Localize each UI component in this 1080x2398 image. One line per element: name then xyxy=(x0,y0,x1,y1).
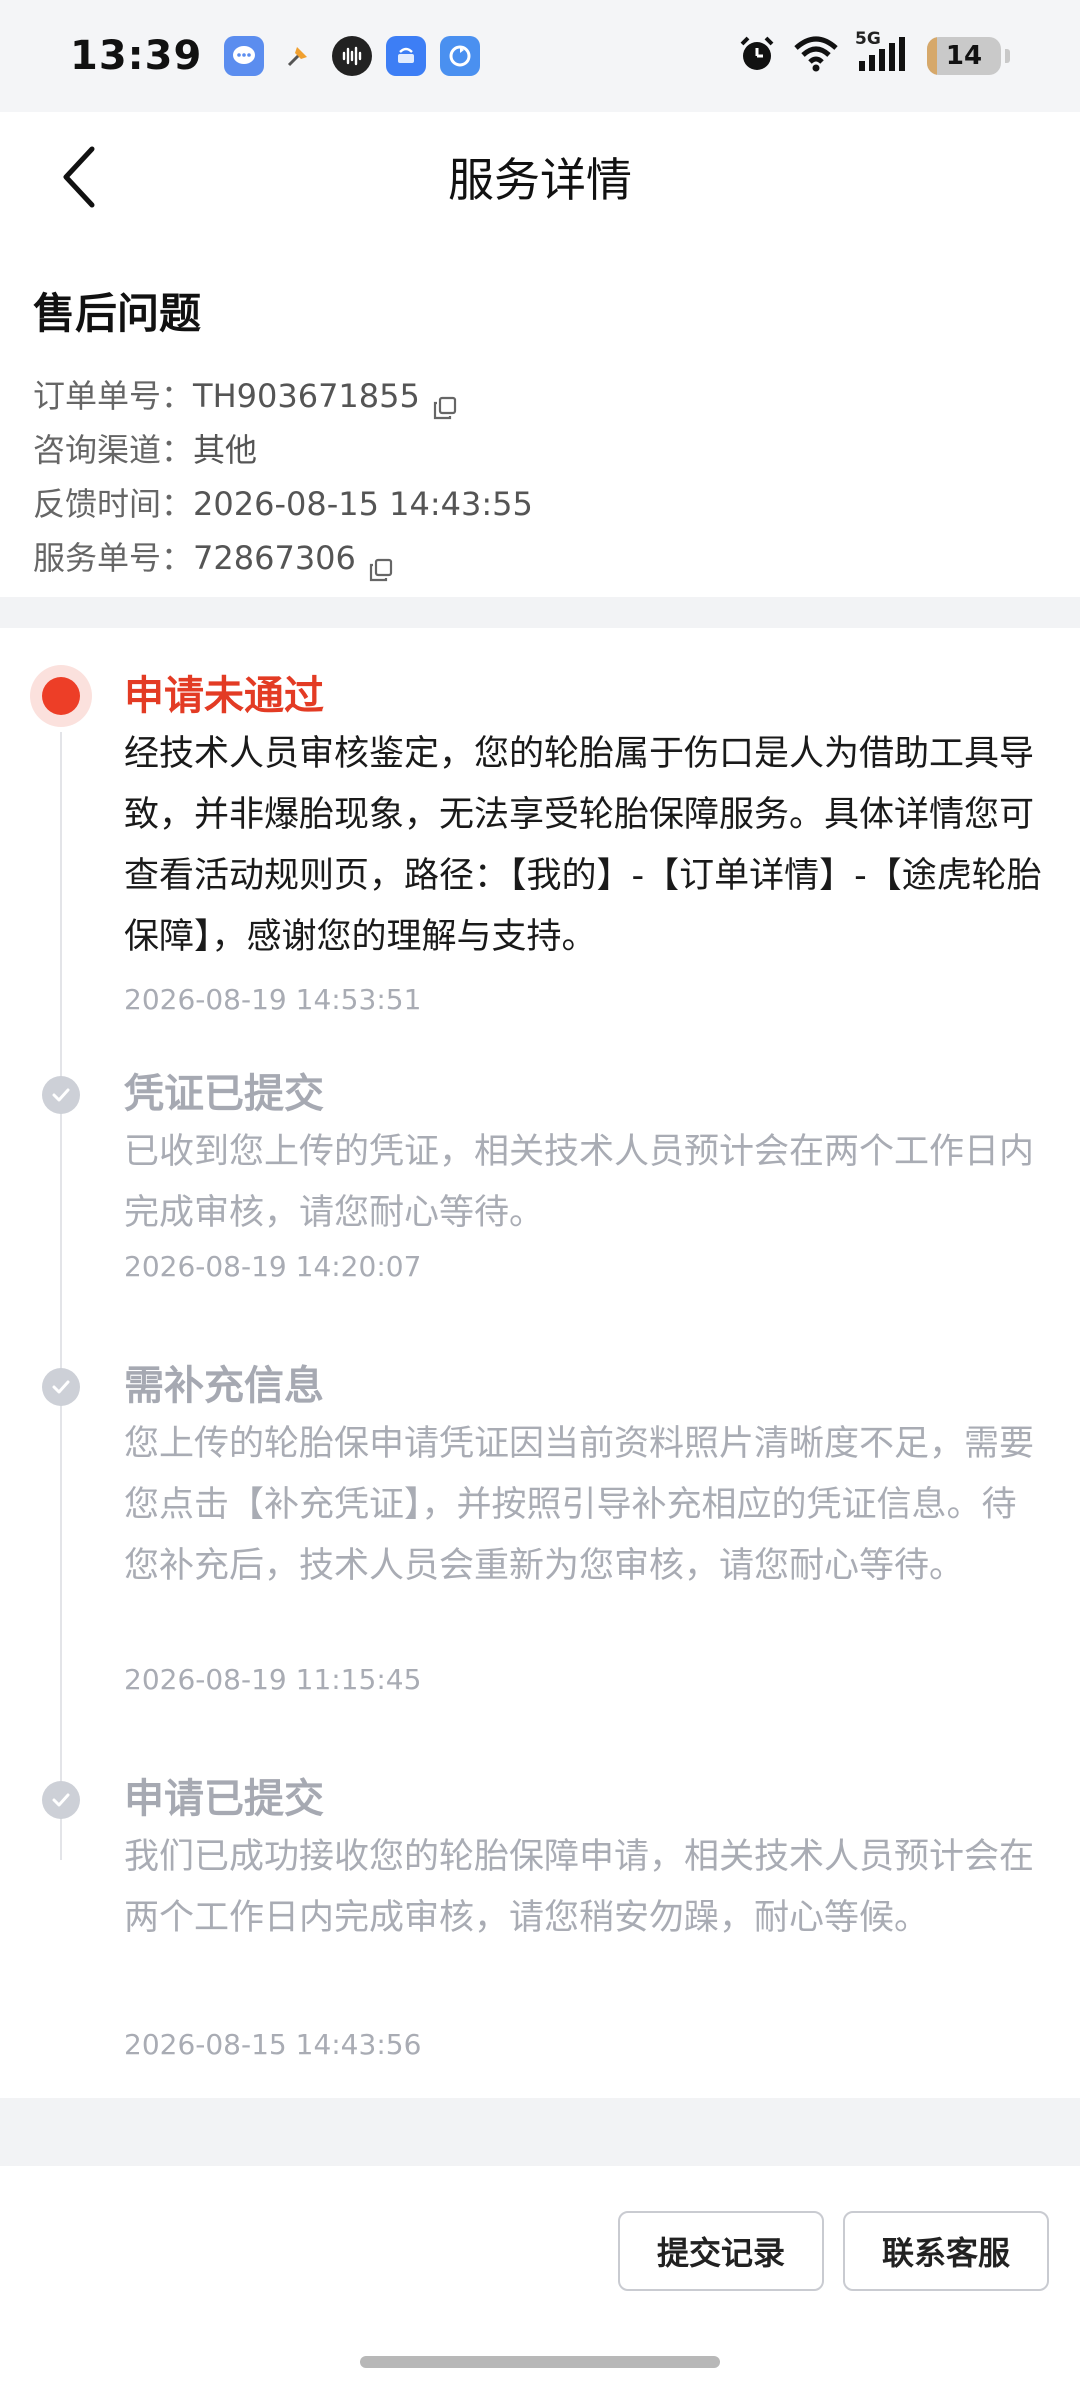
nav-header: 服务详情 xyxy=(0,112,1080,242)
info-card: 售后问题 订单单号： TH903671855 咨询渠道： 其他 反馈时间： 2026-08… xyxy=(0,242,1080,597)
status-bar: 13:39 5G 14 xyxy=(0,0,1080,112)
check-circle-icon xyxy=(42,1076,80,1114)
timeline-item-title: 申请已提交 xyxy=(124,1776,324,1822)
info-row: 服务单号： 72867306 xyxy=(33,531,1047,585)
info-row-value: 其他 xyxy=(193,431,258,469)
timeline-item-time: 2026-08-19 11:15:45 xyxy=(124,1663,422,1696)
status-bar-right: 5G 14 xyxy=(737,29,1010,78)
info-row-value: TH903671855 xyxy=(193,377,420,415)
timeline-item-description: 已收到您上传的凭证，相关技术人员预计会在两个工作日内完成审核，请您耐心等待。 xyxy=(124,1132,1035,1233)
sync-icon xyxy=(440,36,481,76)
info-rows: 订单单号： TH903671855 咨询渠道： 其他 反馈时间： 2026-08-15 1… xyxy=(33,369,1047,585)
timeline: 申请未通过经技术人员审核鉴定，您的轮胎属于伤口是人为借助工具导致，并非爆胎现象，… xyxy=(0,628,1080,2098)
status-bar-left: 13:39 xyxy=(70,33,481,79)
audio-icon xyxy=(332,36,373,76)
info-row-value: 2026-08-15 14:43:55 xyxy=(193,485,533,523)
home-indicator[interactable] xyxy=(360,2356,720,2368)
bottom-action-bar: 提交记录 联系客服 xyxy=(0,2166,1080,2398)
appmarket-icon xyxy=(386,36,427,76)
alarm-icon xyxy=(737,34,777,78)
timeline-item-title: 申请未通过 xyxy=(124,673,324,719)
network-type-label: 5G xyxy=(855,29,881,49)
timeline-connector xyxy=(60,732,62,1860)
pin-icon xyxy=(278,36,318,76)
info-row-value: 72867306 xyxy=(193,539,356,577)
copy-icon[interactable] xyxy=(368,545,394,582)
info-row-label: 反馈时间： xyxy=(33,485,194,523)
battery-indicator: 14 xyxy=(927,37,1001,75)
info-row: 反馈时间： 2026-08-15 14:43:55 xyxy=(33,477,1047,531)
timeline-item-description: 我们已成功接收您的轮胎保障申请，相关技术人员预计会在两个工作日内完成审核，请您稍… xyxy=(124,1837,1035,1938)
info-row-label: 订单单号： xyxy=(33,377,194,415)
page-title: 服务详情 xyxy=(448,153,632,207)
wifi-icon xyxy=(793,36,839,76)
active-status-dot-icon xyxy=(30,665,92,727)
copy-icon[interactable] xyxy=(432,383,458,420)
check-circle-icon xyxy=(42,1781,80,1819)
timeline-item-time: 2026-08-19 14:53:51 xyxy=(124,983,422,1016)
info-row: 咨询渠道： 其他 xyxy=(33,423,1047,477)
timeline-item-description: 您上传的轮胎保申请凭证因当前资料照片清晰度不足，需要您点击【补充凭证】，并按照引… xyxy=(124,1424,1035,1586)
back-button[interactable] xyxy=(60,146,120,208)
submit-record-button[interactable]: 提交记录 xyxy=(618,2211,824,2291)
timeline-item-title: 需补充信息 xyxy=(124,1363,324,1409)
timeline-item-title: 凭证已提交 xyxy=(124,1071,324,1117)
battery-cap xyxy=(1005,49,1010,63)
info-title: 售后问题 xyxy=(33,289,202,338)
chevron-left-icon xyxy=(63,146,95,208)
battery-percent: 14 xyxy=(945,41,983,71)
timeline-item-time: 2026-08-19 14:20:07 xyxy=(124,1250,422,1283)
check-circle-icon xyxy=(42,1368,80,1406)
info-row-label: 咨询渠道： xyxy=(33,431,194,469)
signal-icon: 5G xyxy=(855,29,911,77)
timeline-item-description: 经技术人员审核鉴定，您的轮胎属于伤口是人为借助工具导致，并非爆胎现象，无法享受轮… xyxy=(124,734,1042,957)
contact-service-button[interactable]: 联系客服 xyxy=(843,2211,1049,2291)
status-time: 13:39 xyxy=(70,33,203,79)
info-row: 订单单号： TH903671855 xyxy=(33,369,1047,423)
message-icon xyxy=(224,36,265,76)
info-row-label: 服务单号： xyxy=(33,539,194,577)
timeline-item-time: 2026-08-15 14:43:56 xyxy=(124,2028,422,2061)
